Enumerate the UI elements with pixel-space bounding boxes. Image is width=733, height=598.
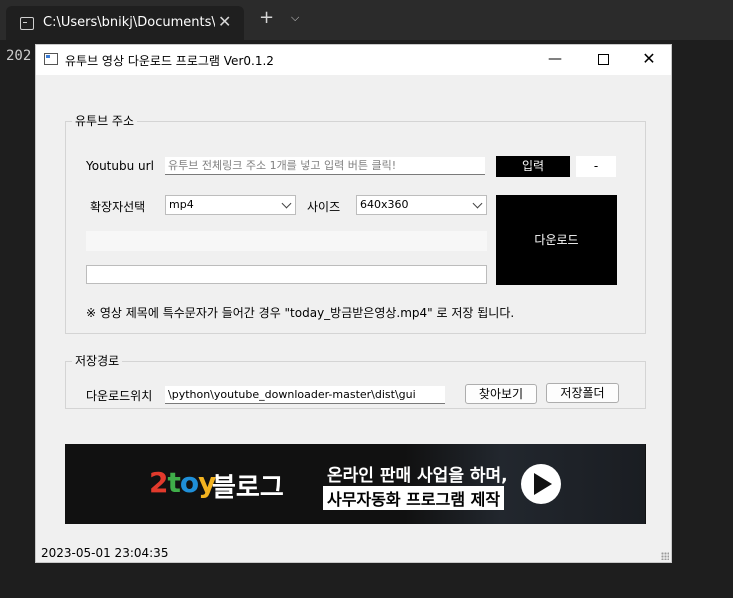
save-path-group-label: 저장경로 (72, 352, 123, 369)
command-prompt-icon (20, 17, 34, 30)
resize-grip-icon[interactable] (661, 552, 669, 560)
size-select[interactable]: 640x360 (356, 195, 487, 215)
terminal-tab-bar: C:\Users\bnikj\Documents\ ✕ + ⌵ (0, 0, 733, 40)
download-location-input[interactable]: \python\youtube_downloader-master\dist\g… (165, 386, 445, 404)
input-button[interactable]: 입력 (496, 156, 570, 177)
save-folder-button[interactable]: 저장폴더 (546, 383, 619, 403)
maximize-icon (597, 54, 609, 65)
app-icon (44, 53, 58, 65)
terminal-output: 202 (6, 48, 32, 64)
url-label: Youtubu url (86, 159, 154, 173)
banner-blog-text: 블로그 (212, 473, 284, 503)
special-char-note: ※ 영상 제목에 특수문자가 들어간 경우 "today_방금받은영상.mp4"… (86, 306, 515, 320)
size-label: 사이즈 (307, 200, 341, 214)
dash-button[interactable]: - (576, 156, 616, 177)
window-title: 유투브 영상 다운로드 프로그램 Ver0.1.2 (65, 54, 274, 68)
new-tab-icon[interactable]: + (259, 9, 274, 27)
browse-button[interactable]: 찾아보기 (465, 384, 537, 404)
terminal-tab-title: C:\Users\bnikj\Documents\ (43, 15, 215, 30)
chevron-down-icon[interactable]: ⌵ (291, 11, 299, 25)
window-titlebar: 유투브 영상 다운로드 프로그램 Ver0.1.2 — ✕ (36, 45, 671, 75)
app-window: 유투브 영상 다운로드 프로그램 Ver0.1.2 — ✕ 유투브 주소 You… (35, 44, 672, 563)
status-field (86, 265, 487, 284)
size-select-value: 640x360 (360, 198, 409, 211)
brand-logo: 2toy (149, 466, 216, 499)
download-button[interactable]: 다운로드 (496, 195, 617, 285)
status-datetime: 2023-05-01 23:04:35 (41, 546, 169, 560)
terminal-tab[interactable]: C:\Users\bnikj\Documents\ ✕ (6, 6, 244, 40)
banner-line2: 사무자동화 프로그램 제작 (323, 486, 505, 510)
close-tab-icon[interactable]: ✕ (218, 12, 231, 31)
extension-label: 확장자선택 (90, 200, 146, 214)
extension-select-value: mp4 (169, 198, 194, 211)
extension-select[interactable]: mp4 (165, 195, 296, 215)
url-input[interactable]: 유투브 전체링크 주소 1개를 넣고 입력 버튼 클릭! (165, 157, 485, 175)
play-icon[interactable] (521, 464, 561, 504)
download-progress-bar (86, 231, 487, 251)
minimize-button[interactable]: — (532, 45, 578, 75)
maximize-button[interactable] (580, 45, 626, 75)
download-location-label: 다운로드위치 (86, 389, 153, 403)
banner-line1: 온라인 판매 사업을 하며, (327, 466, 508, 486)
youtube-address-group-label: 유투브 주소 (72, 112, 138, 129)
close-button[interactable]: ✕ (626, 45, 672, 75)
chevron-down-icon (472, 198, 483, 209)
chevron-down-icon (281, 198, 292, 209)
promo-banner[interactable]: 2toy 블로그 온라인 판매 사업을 하며, 사무자동화 프로그램 제작 (65, 444, 646, 524)
